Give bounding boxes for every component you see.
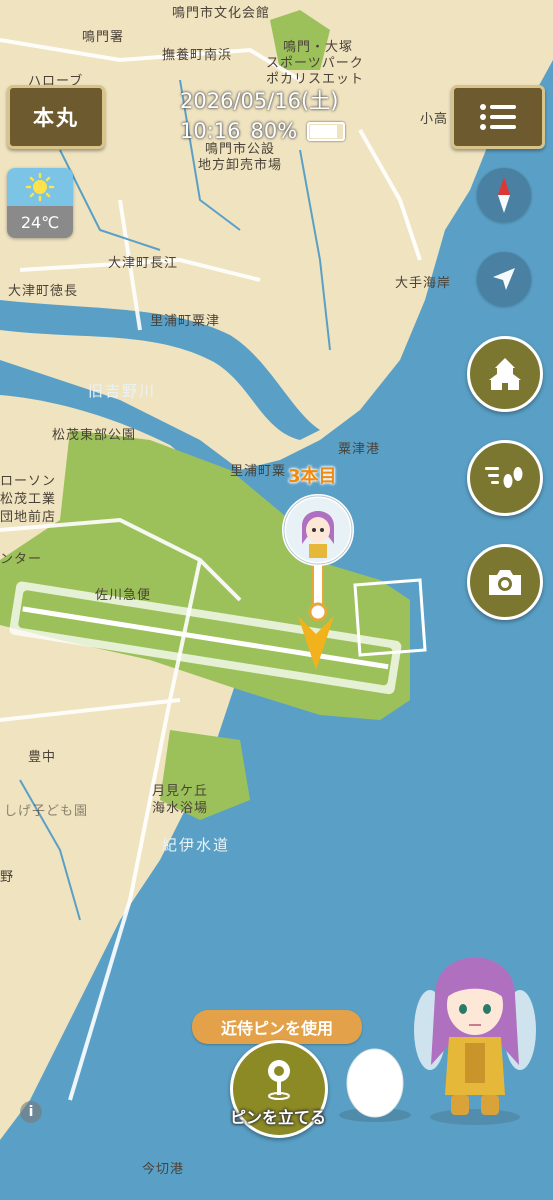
map-label: 大津町長江	[108, 256, 179, 271]
map-label: 海水浴場	[152, 801, 209, 816]
map-label: 鳴門市文化会館	[172, 6, 271, 21]
map-label: 旧吉野川	[88, 382, 157, 400]
map-label: 大津町徳長	[8, 284, 79, 299]
camera-icon	[489, 570, 521, 595]
camera-button[interactable]	[467, 544, 543, 620]
time-text: 10:16	[180, 119, 241, 143]
map-label: 大手海岸	[395, 276, 452, 291]
info-button[interactable]: i	[20, 1101, 42, 1123]
map-label: 地方卸売市場	[198, 158, 283, 173]
map-label: 粟津港	[338, 442, 381, 457]
map-label: 団地前店	[0, 510, 57, 525]
location-arrow-icon	[493, 268, 515, 290]
weather-widget: 24℃	[7, 168, 73, 238]
map-label: 小高	[420, 112, 449, 127]
battery-icon	[307, 121, 346, 141]
menu-button[interactable]	[451, 85, 545, 149]
map-label: 松茂工業	[0, 492, 57, 507]
map-label: 今切港	[142, 1162, 185, 1177]
date-text: 2026/05/16(土)	[180, 89, 339, 113]
sun-icon	[25, 172, 55, 202]
pin-icon	[268, 1060, 290, 1100]
current-location-button[interactable]	[477, 252, 531, 306]
map-label: ポカリスエット	[266, 72, 365, 87]
compass-button[interactable]	[477, 168, 531, 222]
map-label: 野	[0, 870, 15, 885]
egg-icon[interactable]	[335, 1045, 415, 1125]
compass-icon	[498, 177, 510, 213]
footsteps-button[interactable]	[467, 440, 543, 516]
temperature-text: 24℃	[7, 206, 73, 238]
place-pin-label: ピンを立てる	[229, 1108, 326, 1127]
footsteps-icon	[485, 467, 523, 488]
map-label: 撫養町南浜	[162, 48, 233, 63]
map-label: 松茂東部公園	[52, 428, 137, 443]
map-label: ンター	[0, 552, 43, 567]
map-label: しげ子ども園	[4, 804, 89, 819]
pin-count-label: 3本目	[288, 466, 337, 487]
castle-icon	[489, 358, 521, 390]
map-label: 里浦町粟	[230, 464, 287, 479]
character-pin[interactable]	[282, 492, 354, 622]
map-label: 紀伊水道	[162, 836, 231, 854]
castle-button[interactable]	[467, 336, 543, 412]
companion-character[interactable]	[405, 945, 545, 1130]
menu-icon	[480, 104, 516, 130]
status-datetime: 2026/05/16(土) 10:16 80%	[180, 86, 380, 146]
use-attendant-pin-button[interactable]: 近侍ピンを使用	[192, 1010, 362, 1044]
honmaru-button[interactable]: 本丸	[7, 85, 105, 149]
map-label: 豊中	[28, 750, 57, 765]
map-label: ローソン	[0, 474, 57, 489]
map-label: 鳴門署	[82, 30, 125, 45]
heading-arrow-icon	[298, 616, 334, 670]
map-label: 里浦町粟津	[150, 314, 221, 329]
battery-text: 80%	[250, 119, 298, 143]
map-label: 佐川急便	[95, 588, 152, 603]
